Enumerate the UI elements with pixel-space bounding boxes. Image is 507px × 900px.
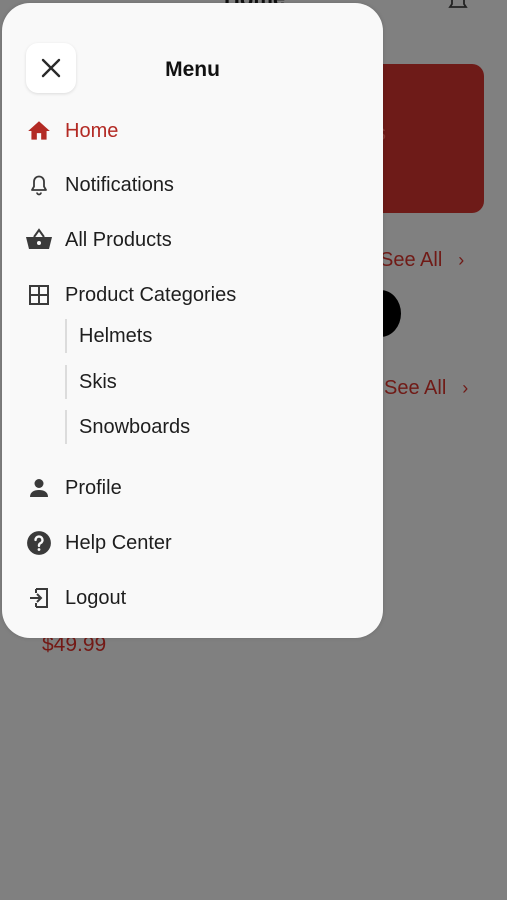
category-item-label: Snowboards [79, 415, 191, 438]
help-icon [24, 528, 54, 558]
category-item-snowboards[interactable]: Snowboards [65, 410, 190, 444]
background-bell-icon [448, 0, 468, 8]
basket-icon [24, 225, 54, 255]
home-icon [24, 116, 54, 146]
menu-item-notifications[interactable]: Notifications [24, 168, 174, 202]
logout-icon [24, 583, 54, 613]
menu-item-profile[interactable]: Profile [24, 471, 122, 505]
menu-item-product-categories[interactable]: Product Categories [24, 278, 236, 312]
drawer-title: Menu [165, 58, 220, 81]
menu-item-label: Notifications [65, 173, 174, 196]
bell-icon [24, 170, 54, 200]
menu-item-help-center[interactable]: Help Center [24, 526, 172, 560]
menu-item-label: Home [65, 119, 119, 142]
category-item-label: Skis [79, 370, 117, 393]
person-icon [24, 473, 54, 503]
category-item-helmets[interactable]: Helmets [65, 319, 152, 353]
menu-item-label: Product Categories [65, 283, 237, 306]
category-item-label: Helmets [79, 324, 153, 347]
category-item-skis[interactable]: Skis [65, 365, 117, 399]
menu-item-label: Profile [65, 476, 122, 499]
menu-item-all-products[interactable]: All Products [24, 223, 172, 257]
menu-item-label: Help Center [65, 531, 172, 554]
background-see-all-link-2: See All › [384, 377, 469, 399]
background-see-all-link: See All › [380, 249, 465, 271]
menu-item-logout[interactable]: Logout [24, 581, 126, 615]
grid-icon [24, 280, 54, 310]
menu-item-label: All Products [65, 228, 172, 251]
navigation-drawer: Menu Home Notifications All Products Pro… [2, 3, 383, 638]
menu-item-label: Logout [65, 586, 127, 609]
menu-item-home[interactable]: Home [24, 114, 118, 148]
